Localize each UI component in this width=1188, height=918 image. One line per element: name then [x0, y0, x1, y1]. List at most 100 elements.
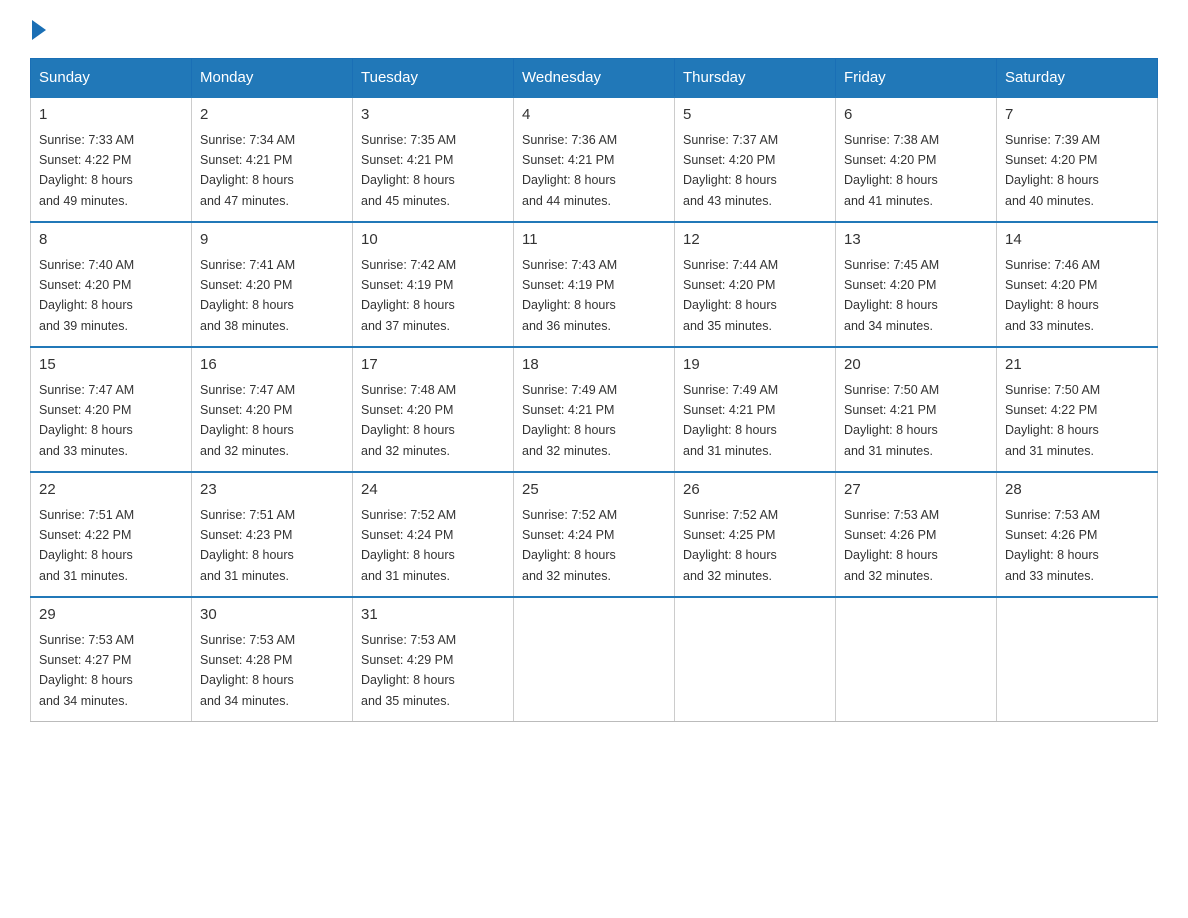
day-info: Sunrise: 7:35 AMSunset: 4:21 PMDaylight:…	[361, 133, 456, 208]
logo-arrow-icon	[32, 20, 46, 40]
day-number: 12	[683, 229, 827, 252]
day-info: Sunrise: 7:53 AMSunset: 4:29 PMDaylight:…	[361, 633, 456, 708]
day-number: 28	[1005, 479, 1149, 502]
calendar-cell: 7 Sunrise: 7:39 AMSunset: 4:20 PMDayligh…	[997, 97, 1158, 222]
calendar-cell: 5 Sunrise: 7:37 AMSunset: 4:20 PMDayligh…	[675, 97, 836, 222]
day-info: Sunrise: 7:51 AMSunset: 4:23 PMDaylight:…	[200, 508, 295, 583]
day-info: Sunrise: 7:53 AMSunset: 4:26 PMDaylight:…	[1005, 508, 1100, 583]
calendar-cell: 18 Sunrise: 7:49 AMSunset: 4:21 PMDaylig…	[514, 347, 675, 472]
calendar-cell: 6 Sunrise: 7:38 AMSunset: 4:20 PMDayligh…	[836, 97, 997, 222]
day-number: 6	[844, 104, 988, 127]
calendar-cell: 2 Sunrise: 7:34 AMSunset: 4:21 PMDayligh…	[192, 97, 353, 222]
calendar-cell: 8 Sunrise: 7:40 AMSunset: 4:20 PMDayligh…	[31, 222, 192, 347]
calendar-cell: 14 Sunrise: 7:46 AMSunset: 4:20 PMDaylig…	[997, 222, 1158, 347]
calendar-cell: 12 Sunrise: 7:44 AMSunset: 4:20 PMDaylig…	[675, 222, 836, 347]
day-info: Sunrise: 7:34 AMSunset: 4:21 PMDaylight:…	[200, 133, 295, 208]
day-info: Sunrise: 7:51 AMSunset: 4:22 PMDaylight:…	[39, 508, 134, 583]
calendar-cell	[675, 597, 836, 722]
day-info: Sunrise: 7:48 AMSunset: 4:20 PMDaylight:…	[361, 383, 456, 458]
day-info: Sunrise: 7:52 AMSunset: 4:25 PMDaylight:…	[683, 508, 778, 583]
calendar-cell	[514, 597, 675, 722]
day-info: Sunrise: 7:38 AMSunset: 4:20 PMDaylight:…	[844, 133, 939, 208]
calendar-cell: 23 Sunrise: 7:51 AMSunset: 4:23 PMDaylig…	[192, 472, 353, 597]
day-number: 27	[844, 479, 988, 502]
calendar-week-2: 8 Sunrise: 7:40 AMSunset: 4:20 PMDayligh…	[31, 222, 1158, 347]
calendar-cell	[997, 597, 1158, 722]
day-info: Sunrise: 7:53 AMSunset: 4:26 PMDaylight:…	[844, 508, 939, 583]
calendar-cell: 4 Sunrise: 7:36 AMSunset: 4:21 PMDayligh…	[514, 97, 675, 222]
calendar-cell: 26 Sunrise: 7:52 AMSunset: 4:25 PMDaylig…	[675, 472, 836, 597]
calendar-cell: 25 Sunrise: 7:52 AMSunset: 4:24 PMDaylig…	[514, 472, 675, 597]
day-number: 2	[200, 104, 344, 127]
calendar-cell: 3 Sunrise: 7:35 AMSunset: 4:21 PMDayligh…	[353, 97, 514, 222]
logo	[30, 20, 48, 40]
day-number: 5	[683, 104, 827, 127]
day-info: Sunrise: 7:40 AMSunset: 4:20 PMDaylight:…	[39, 258, 134, 333]
calendar-week-4: 22 Sunrise: 7:51 AMSunset: 4:22 PMDaylig…	[31, 472, 1158, 597]
calendar-cell: 1 Sunrise: 7:33 AMSunset: 4:22 PMDayligh…	[31, 97, 192, 222]
col-header-tuesday: Tuesday	[353, 59, 514, 98]
day-number: 10	[361, 229, 505, 252]
calendar-cell: 29 Sunrise: 7:53 AMSunset: 4:27 PMDaylig…	[31, 597, 192, 722]
col-header-saturday: Saturday	[997, 59, 1158, 98]
calendar-cell: 20 Sunrise: 7:50 AMSunset: 4:21 PMDaylig…	[836, 347, 997, 472]
calendar-cell: 19 Sunrise: 7:49 AMSunset: 4:21 PMDaylig…	[675, 347, 836, 472]
calendar-cell: 30 Sunrise: 7:53 AMSunset: 4:28 PMDaylig…	[192, 597, 353, 722]
calendar-cell: 16 Sunrise: 7:47 AMSunset: 4:20 PMDaylig…	[192, 347, 353, 472]
header	[30, 20, 1158, 40]
day-number: 25	[522, 479, 666, 502]
day-number: 24	[361, 479, 505, 502]
day-number: 17	[361, 354, 505, 377]
day-info: Sunrise: 7:53 AMSunset: 4:28 PMDaylight:…	[200, 633, 295, 708]
day-number: 3	[361, 104, 505, 127]
day-info: Sunrise: 7:43 AMSunset: 4:19 PMDaylight:…	[522, 258, 617, 333]
day-number: 16	[200, 354, 344, 377]
calendar-cell: 24 Sunrise: 7:52 AMSunset: 4:24 PMDaylig…	[353, 472, 514, 597]
day-number: 1	[39, 104, 183, 127]
calendar-week-3: 15 Sunrise: 7:47 AMSunset: 4:20 PMDaylig…	[31, 347, 1158, 472]
day-info: Sunrise: 7:49 AMSunset: 4:21 PMDaylight:…	[522, 383, 617, 458]
day-info: Sunrise: 7:39 AMSunset: 4:20 PMDaylight:…	[1005, 133, 1100, 208]
calendar-cell: 17 Sunrise: 7:48 AMSunset: 4:20 PMDaylig…	[353, 347, 514, 472]
day-info: Sunrise: 7:50 AMSunset: 4:21 PMDaylight:…	[844, 383, 939, 458]
calendar-cell: 11 Sunrise: 7:43 AMSunset: 4:19 PMDaylig…	[514, 222, 675, 347]
calendar-cell: 28 Sunrise: 7:53 AMSunset: 4:26 PMDaylig…	[997, 472, 1158, 597]
day-number: 20	[844, 354, 988, 377]
day-number: 14	[1005, 229, 1149, 252]
calendar-week-1: 1 Sunrise: 7:33 AMSunset: 4:22 PMDayligh…	[31, 97, 1158, 222]
day-number: 4	[522, 104, 666, 127]
col-header-monday: Monday	[192, 59, 353, 98]
day-info: Sunrise: 7:53 AMSunset: 4:27 PMDaylight:…	[39, 633, 134, 708]
calendar-cell: 27 Sunrise: 7:53 AMSunset: 4:26 PMDaylig…	[836, 472, 997, 597]
calendar-cell: 31 Sunrise: 7:53 AMSunset: 4:29 PMDaylig…	[353, 597, 514, 722]
calendar-table: SundayMondayTuesdayWednesdayThursdayFrid…	[30, 58, 1158, 722]
day-info: Sunrise: 7:50 AMSunset: 4:22 PMDaylight:…	[1005, 383, 1100, 458]
day-number: 13	[844, 229, 988, 252]
day-info: Sunrise: 7:44 AMSunset: 4:20 PMDaylight:…	[683, 258, 778, 333]
col-header-friday: Friday	[836, 59, 997, 98]
calendar-cell	[836, 597, 997, 722]
day-info: Sunrise: 7:47 AMSunset: 4:20 PMDaylight:…	[39, 383, 134, 458]
calendar-cell: 15 Sunrise: 7:47 AMSunset: 4:20 PMDaylig…	[31, 347, 192, 472]
day-info: Sunrise: 7:42 AMSunset: 4:19 PMDaylight:…	[361, 258, 456, 333]
calendar-header: SundayMondayTuesdayWednesdayThursdayFrid…	[31, 59, 1158, 98]
day-number: 30	[200, 604, 344, 627]
calendar-cell: 13 Sunrise: 7:45 AMSunset: 4:20 PMDaylig…	[836, 222, 997, 347]
day-number: 7	[1005, 104, 1149, 127]
day-info: Sunrise: 7:52 AMSunset: 4:24 PMDaylight:…	[522, 508, 617, 583]
day-info: Sunrise: 7:36 AMSunset: 4:21 PMDaylight:…	[522, 133, 617, 208]
day-info: Sunrise: 7:37 AMSunset: 4:20 PMDaylight:…	[683, 133, 778, 208]
day-number: 29	[39, 604, 183, 627]
day-number: 26	[683, 479, 827, 502]
day-info: Sunrise: 7:49 AMSunset: 4:21 PMDaylight:…	[683, 383, 778, 458]
day-info: Sunrise: 7:41 AMSunset: 4:20 PMDaylight:…	[200, 258, 295, 333]
calendar-cell: 21 Sunrise: 7:50 AMSunset: 4:22 PMDaylig…	[997, 347, 1158, 472]
day-number: 22	[39, 479, 183, 502]
day-number: 23	[200, 479, 344, 502]
calendar-cell: 10 Sunrise: 7:42 AMSunset: 4:19 PMDaylig…	[353, 222, 514, 347]
calendar-week-5: 29 Sunrise: 7:53 AMSunset: 4:27 PMDaylig…	[31, 597, 1158, 722]
day-number: 11	[522, 229, 666, 252]
day-info: Sunrise: 7:46 AMSunset: 4:20 PMDaylight:…	[1005, 258, 1100, 333]
day-info: Sunrise: 7:47 AMSunset: 4:20 PMDaylight:…	[200, 383, 295, 458]
day-number: 18	[522, 354, 666, 377]
